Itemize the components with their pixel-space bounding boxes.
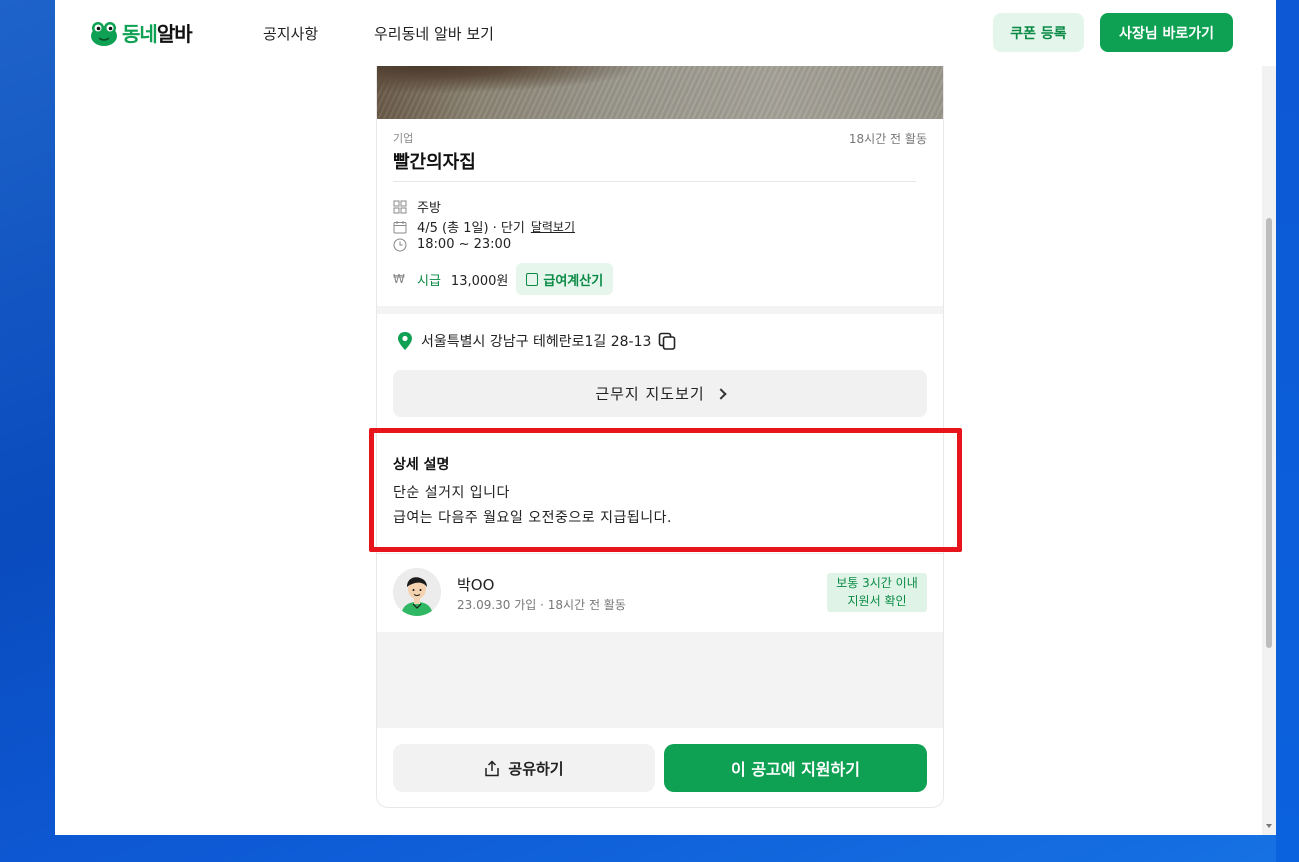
copy-icon[interactable] — [657, 331, 677, 351]
section-gap — [377, 632, 943, 728]
owner-shortcut-button[interactable]: 사장님 바로가기 — [1100, 13, 1233, 52]
person-avatar-icon — [393, 568, 441, 616]
nav-local-jobs[interactable]: 우리동네 알바 보기 — [374, 23, 494, 44]
schedule-text: 4/5 (총 1일) · 단기 — [417, 221, 525, 236]
description-line: 단순 설거지 입니다 — [393, 485, 510, 501]
view-map-button[interactable]: 근무지 지도보기 — [393, 370, 927, 417]
location-pin-icon — [398, 332, 412, 350]
frog-logo-icon — [91, 21, 117, 46]
avatar — [393, 568, 441, 616]
wage-amount: 13,000원 — [450, 273, 509, 289]
job-detail-card: 기업 18시간 전 활동 빨간의자집 주방 4/5 (총 1일) · 단기 달력… — [376, 0, 944, 808]
desktop-background — [1276, 0, 1299, 862]
coupon-register-button[interactable]: 쿠폰 등록 — [993, 13, 1084, 52]
calendar-view-link[interactable]: 달력보기 — [531, 218, 575, 235]
divider — [377, 553, 943, 554]
badge-line: 지원서 확인 — [847, 594, 907, 608]
share-label: 공유하기 — [508, 759, 564, 778]
won-icon: ₩ — [393, 272, 405, 286]
address-text: 서울특별시 강남구 테헤란로1길 28-13 — [421, 334, 652, 350]
view-map-label: 근무지 지도보기 — [595, 385, 705, 403]
category-text: 주방 — [417, 201, 441, 216]
schedule-row: 4/5 (총 1일) · 단기 달력보기 — [393, 217, 575, 236]
description-title: 상세 설명 — [393, 457, 450, 473]
browser-window: 동네알바 공지사항 우리동네 알바 보기 쿠폰 등록 사장님 바로가기 기업 1… — [55, 0, 1276, 835]
top-navigation-bar: 동네알바 공지사항 우리동네 알바 보기 쿠폰 등록 사장님 바로가기 — [55, 0, 1276, 66]
calendar-icon — [393, 220, 407, 233]
company-name: 빨간의자집 — [393, 152, 476, 173]
wage-label: 시급 — [417, 273, 441, 289]
clock-icon — [393, 238, 407, 251]
scrollbar-thumb[interactable] — [1266, 218, 1272, 648]
nav-notices[interactable]: 공지사항 — [263, 23, 318, 44]
grid-icon — [393, 200, 407, 213]
logo-text: 동네알바 — [122, 22, 193, 46]
category-row: 주방 — [393, 197, 441, 216]
logo[interactable]: 동네알바 — [90, 18, 193, 47]
share-button[interactable]: 공유하기 — [393, 744, 655, 792]
hours-row: 18:00 ~ 23:00 — [393, 237, 511, 252]
scroll-down-arrow-icon[interactable] — [1266, 824, 1272, 828]
share-icon — [485, 759, 500, 776]
last-active-time: 18시간 전 활동 — [848, 132, 927, 146]
hours-text: 18:00 ~ 23:00 — [417, 237, 512, 252]
wage-calculator-button[interactable]: 급여계산기 — [516, 263, 614, 295]
apply-button[interactable]: 이 공고에 지원하기 — [664, 744, 927, 792]
owner-meta: 23.09.30 가입 · 18시간 전 활동 — [457, 598, 626, 612]
owner-name: 박OO — [457, 576, 495, 594]
response-time-badge: 보통 3시간 이내 지원서 확인 — [827, 573, 927, 612]
wage-calculator-label: 급여계산기 — [543, 273, 604, 289]
company-type-label: 기업 — [393, 132, 414, 145]
badge-line: 보통 3시간 이내 — [836, 576, 918, 590]
section-gap — [377, 306, 943, 314]
divider — [393, 181, 916, 182]
description-line: 급여는 다음주 월요일 오전중으로 지급됩니다. — [393, 510, 672, 526]
address-row: 서울특별시 강남구 테헤란로1길 28-13 — [396, 331, 677, 351]
chevron-right-icon — [715, 387, 727, 400]
wage-row: ₩ 시급 13,000원 급여계산기 — [393, 263, 614, 295]
calculator-icon — [526, 272, 539, 286]
